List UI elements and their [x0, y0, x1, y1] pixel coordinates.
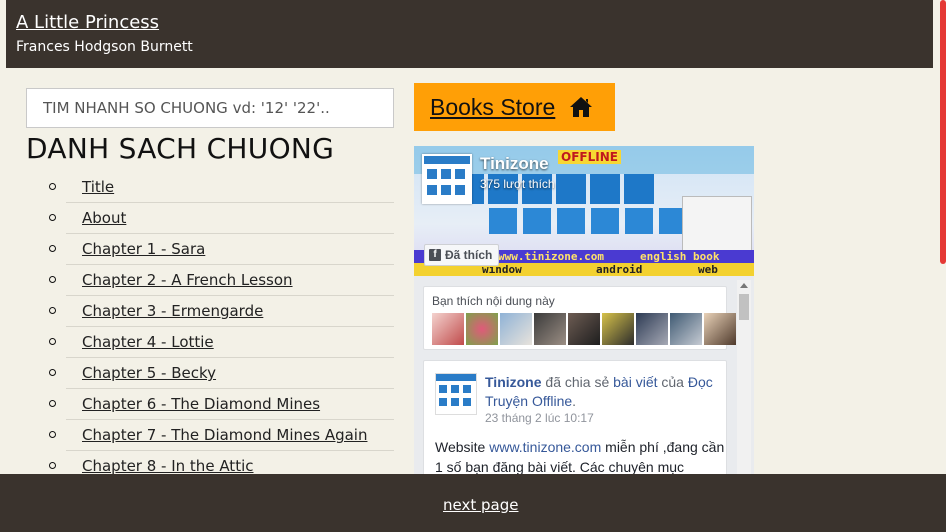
- facebook-post: Tinizone đã chia sẻ bài viết của Đọc Tru…: [423, 360, 727, 476]
- friend-avatar[interactable]: [466, 313, 498, 345]
- page-logo[interactable]: [422, 154, 472, 204]
- friend-avatars: [432, 313, 736, 345]
- books-store-button[interactable]: Books Store: [414, 83, 615, 131]
- list-item: Chapter 2 - A French Lesson: [49, 265, 394, 296]
- facebook-like-count: 375 lượt thích: [480, 177, 555, 191]
- post-body-url[interactable]: www.tinizone.com: [489, 439, 601, 455]
- chapter-link[interactable]: Chapter 1 - Sara: [82, 240, 205, 258]
- list-item: Title: [49, 172, 394, 203]
- post-link[interactable]: bài viết: [613, 374, 657, 390]
- facebook-page-widget: OFFLINE www.tinizone.com english book wi…: [414, 146, 754, 476]
- bullet-icon: [49, 214, 56, 221]
- chapter-search-input[interactable]: [26, 88, 394, 128]
- chapter-list: Title About Chapter 1 - Sara Chapter 2 -…: [49, 172, 394, 482]
- list-item: Chapter 6 - The Diamond Mines: [49, 389, 394, 420]
- book-title-link[interactable]: A Little Princess: [16, 12, 159, 33]
- bullet-icon: [49, 400, 56, 407]
- cover-tiles: [489, 208, 687, 234]
- list-item: Chapter 7 - The Diamond Mines Again: [49, 420, 394, 451]
- chapter-link[interactable]: About: [82, 209, 126, 227]
- chapter-link[interactable]: Chapter 3 - Ermengarde: [82, 302, 263, 320]
- scroll-up-icon[interactable]: [740, 283, 748, 288]
- post-header-line: Tinizone đã chia sẻ bài viết của Đọc Tru…: [485, 374, 713, 409]
- friend-avatar[interactable]: [500, 313, 532, 345]
- book-header: A Little Princess Frances Hodgson Burnet…: [6, 0, 933, 68]
- friend-avatar[interactable]: [568, 313, 600, 345]
- cover-english-text: english book: [640, 250, 720, 263]
- bullet-icon: [49, 338, 56, 345]
- post-author-avatar[interactable]: [435, 373, 477, 415]
- cover-web-text: web: [698, 263, 718, 276]
- bullet-icon: [49, 245, 56, 252]
- scroll-thumb[interactable]: [739, 294, 749, 320]
- post-author-link[interactable]: Tinizone: [485, 374, 542, 390]
- chapter-link[interactable]: Chapter 8 - In the Attic: [82, 457, 254, 475]
- post-action-text: đã chia sẻ: [545, 374, 610, 390]
- friend-avatar[interactable]: [670, 313, 702, 345]
- list-item: Chapter 5 - Becky: [49, 358, 394, 389]
- list-item: Chapter 1 - Sara: [49, 234, 394, 265]
- friend-avatar[interactable]: [432, 313, 464, 345]
- chapter-link[interactable]: Title: [82, 178, 114, 196]
- bullet-icon: [49, 276, 56, 283]
- post-body-prefix: Website: [435, 439, 486, 455]
- list-item: Chapter 3 - Ermengarde: [49, 296, 394, 327]
- edge-scroll-indicator: [940, 0, 946, 264]
- post-body: Website www.tinizone.com miễn phí ,đang …: [435, 437, 725, 476]
- friend-avatar[interactable]: [602, 313, 634, 345]
- cover-offline-label: OFFLINE: [558, 150, 621, 164]
- bullet-icon: [49, 183, 56, 190]
- author-name: Frances Hodgson Burnett: [16, 39, 193, 55]
- chapter-list-heading: DANH SACH CHUONG: [26, 132, 335, 165]
- friend-avatar[interactable]: [534, 313, 566, 345]
- friend-avatar[interactable]: [636, 313, 668, 345]
- cover-panel: [682, 196, 752, 251]
- chapter-link[interactable]: Chapter 2 - A French Lesson: [82, 271, 293, 289]
- post-of-text: của: [661, 374, 684, 390]
- bullet-icon: [49, 369, 56, 376]
- chapter-link[interactable]: Chapter 4 - Lottie: [82, 333, 214, 351]
- list-item: About: [49, 203, 394, 234]
- bullet-icon: [49, 307, 56, 314]
- facebook-liked-button[interactable]: f Đã thích: [424, 244, 500, 266]
- facebook-icon: f: [429, 249, 441, 261]
- books-store-label: Books Store: [430, 93, 556, 120]
- next-page-link[interactable]: next page: [443, 496, 518, 514]
- feed-scrollbar[interactable]: [737, 280, 751, 476]
- friends-like-text: Bạn thích nội dung này: [432, 294, 555, 308]
- friends-like-card: Bạn thích nội dung này: [423, 286, 736, 350]
- facebook-cover[interactable]: OFFLINE www.tinizone.com english book wi…: [414, 146, 754, 276]
- cover-website-text: www.tinizone.com: [498, 250, 604, 263]
- cover-android-text: android: [596, 263, 643, 276]
- bullet-icon: [49, 462, 56, 469]
- chapter-link[interactable]: Chapter 7 - The Diamond Mines Again: [82, 426, 367, 444]
- bullet-icon: [49, 431, 56, 438]
- chapter-link[interactable]: Chapter 6 - The Diamond Mines: [82, 395, 320, 413]
- page-footer: next page: [0, 474, 946, 532]
- list-item: Chapter 4 - Lottie: [49, 327, 394, 358]
- chapter-link[interactable]: Chapter 5 - Becky: [82, 364, 216, 382]
- facebook-page-name[interactable]: Tinizone: [480, 154, 549, 174]
- friend-avatar[interactable]: [704, 313, 736, 345]
- post-timestamp[interactable]: 23 tháng 2 lúc 10:17: [485, 411, 594, 425]
- home-icon: [570, 97, 593, 117]
- liked-label: Đã thích: [445, 248, 493, 262]
